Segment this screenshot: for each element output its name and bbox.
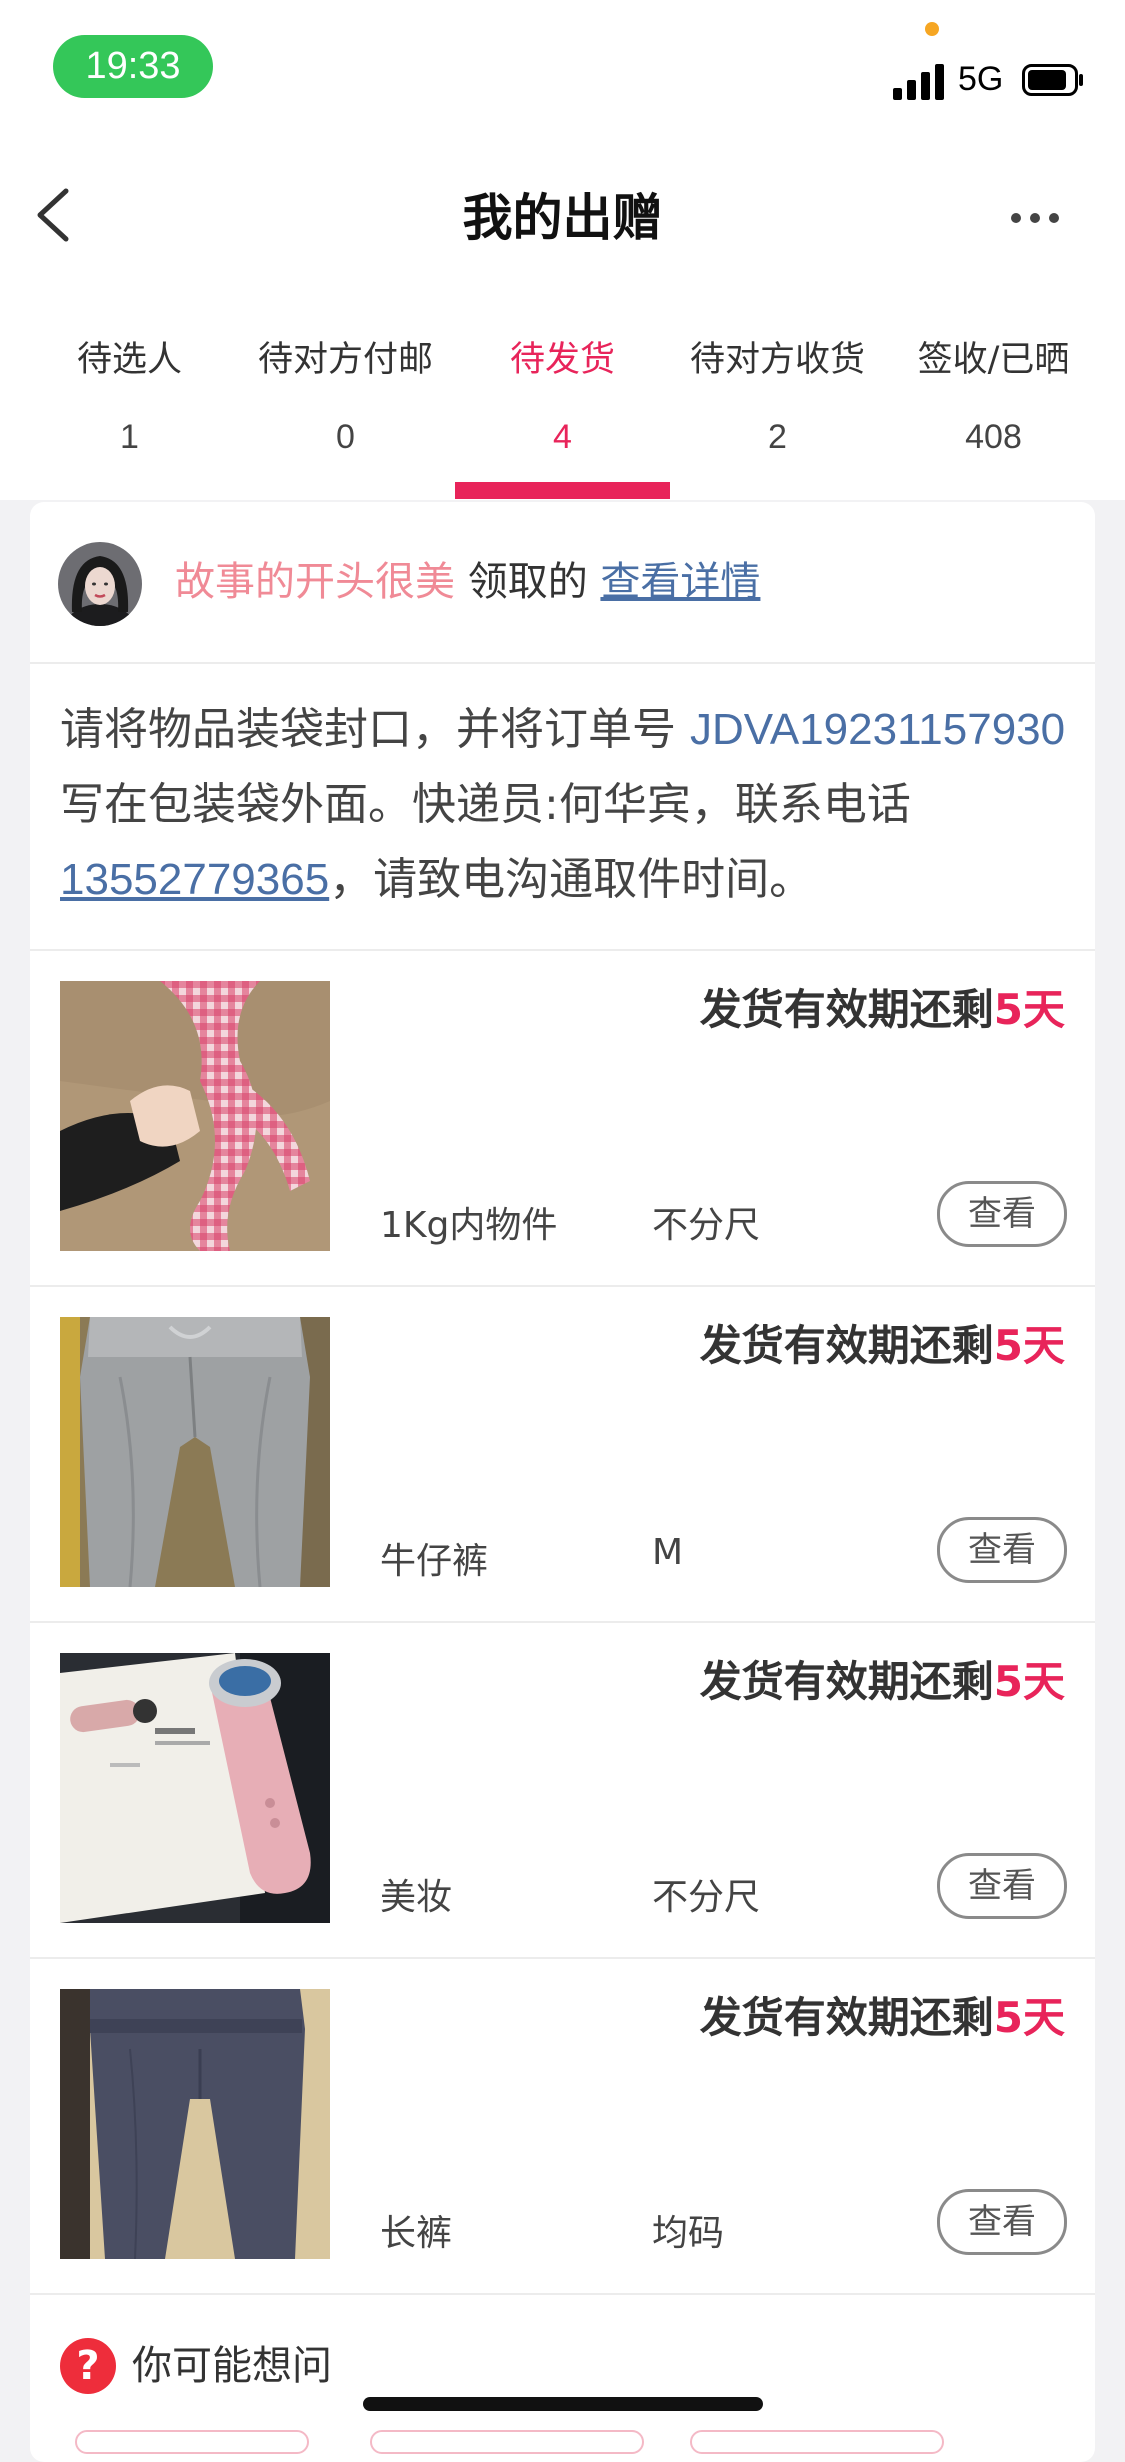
view-button[interactable]: 查看 <box>937 1853 1067 1919</box>
tab-count: 408 <box>965 418 1022 456</box>
tab-count: 2 <box>768 418 787 456</box>
order-card: 故事的开头很美 领取的 查看详情 请将物品装袋封口，并将订单号 JDVA1923… <box>30 502 1095 2462</box>
item-category: 1Kg内物件 <box>380 1205 558 1246</box>
item-size: M <box>652 1532 684 1573</box>
tab-pending-receipt[interactable]: 待对方收货 2 <box>670 330 885 462</box>
faq-title: 你可能想问 <box>132 2343 332 2389</box>
item-size: 均码 <box>652 2213 725 2254</box>
deadline-label: 发货有效期还剩 <box>699 1657 994 1706</box>
signal-icon <box>893 64 944 100</box>
tab-label: 待对方收货 <box>689 340 865 380</box>
courier-phone-link[interactable]: 13552779365 <box>60 855 329 904</box>
tab-label: 签收/已晒 <box>917 340 1070 380</box>
item-thumbnail[interactable] <box>60 1317 330 1587</box>
tab-label: 待发货 <box>509 340 615 380</box>
notice-text: 写在包装袋外面。快递员:何华宾，联系电话 <box>60 779 911 830</box>
recipient-suffix: 领取的 <box>467 559 588 605</box>
avatar[interactable] <box>58 542 142 626</box>
more-icon[interactable] <box>1010 212 1060 224</box>
tab-count: 0 <box>336 418 355 456</box>
shipping-deadline: 发货有效期还剩5天 <box>700 976 1065 1037</box>
notice-text: ，请致电沟通取件时间。 <box>329 854 814 905</box>
view-details-link[interactable]: 查看详情 <box>600 559 760 605</box>
tab-pending-selection[interactable]: 待选人 1 <box>22 330 237 462</box>
home-indicator[interactable] <box>363 2397 763 2411</box>
tab-label: 待选人 <box>76 340 182 380</box>
item-category: 长裤 <box>380 2213 453 2254</box>
item-category: 牛仔裤 <box>380 1541 489 1582</box>
deadline-label: 发货有效期还剩 <box>699 1993 994 2042</box>
deadline-days: 5天 <box>993 1657 1065 1706</box>
tab-count: 1 <box>120 418 139 456</box>
battery-icon <box>1022 64 1083 96</box>
tab-label: 待对方付邮 <box>257 340 433 380</box>
deadline-days: 5天 <box>993 985 1065 1034</box>
list-item: 发货有效期还剩5天 1Kg内物件 不分尺 查看 <box>30 949 1095 1287</box>
recipient-name[interactable]: 故事的开头很美 <box>175 559 455 605</box>
list-item: 发货有效期还剩5天 长裤 均码 查看 <box>30 1957 1095 2295</box>
notice-text: 请将物品装袋封口，并将订单号 <box>60 704 690 755</box>
shipping-deadline: 发货有效期还剩5天 <box>700 1648 1065 1709</box>
shipping-deadline: 发货有效期还剩5天 <box>700 1312 1065 1373</box>
recording-dot <box>925 22 939 36</box>
divider <box>30 2293 1095 2297</box>
deadline-days: 5天 <box>993 1321 1065 1370</box>
faq-chip[interactable] <box>690 2430 944 2454</box>
faq-chip[interactable] <box>370 2430 644 2454</box>
item-category: 美妆 <box>380 1877 453 1918</box>
tab-pending-postage[interactable]: 待对方付邮 0 <box>238 330 453 462</box>
list-item: 发货有效期还剩5天 牛仔裤 M 查看 <box>30 1285 1095 1623</box>
network-type: 5G <box>958 60 1004 98</box>
tab-signed-shared[interactable]: 签收/已晒 408 <box>886 330 1101 462</box>
item-size: 不分尺 <box>652 1205 761 1246</box>
item-thumbnail[interactable] <box>60 1989 330 2259</box>
view-button[interactable]: 查看 <box>937 1517 1067 1583</box>
shipping-instructions: 请将物品装袋封口，并将订单号 JDVA19231157930 写在包装袋外面。快… <box>60 692 1070 917</box>
list-item: 发货有效期还剩5天 美妆 不分尺 查看 <box>30 1621 1095 1959</box>
deadline-days: 5天 <box>993 1993 1065 2042</box>
view-button[interactable]: 查看 <box>937 1181 1067 1247</box>
item-thumbnail[interactable] <box>60 981 330 1251</box>
item-size: 不分尺 <box>652 1877 761 1918</box>
shipping-deadline: 发货有效期还剩5天 <box>700 1984 1065 2045</box>
order-number: JDVA19231157930 <box>690 705 1066 754</box>
status-tabs: 待选人 1 待对方付邮 0 待发货 4 待对方收货 2 签收/已晒 408 <box>0 330 1125 500</box>
recipient-row: 故事的开头很美 领取的 查看详情 <box>30 502 1095 664</box>
question-icon: ? <box>60 2338 116 2394</box>
active-tab-indicator <box>455 482 670 499</box>
tab-count: 4 <box>553 418 572 456</box>
deadline-label: 发货有效期还剩 <box>699 1321 994 1370</box>
status-time: 19:33 <box>53 35 213 98</box>
tab-pending-shipment[interactable]: 待发货 4 <box>455 330 670 462</box>
page-title: 我的出赠 <box>462 189 663 247</box>
deadline-label: 发货有效期还剩 <box>699 985 994 1034</box>
item-thumbnail[interactable] <box>60 1653 330 1923</box>
faq-chip[interactable] <box>75 2430 309 2454</box>
view-button[interactable]: 查看 <box>937 2189 1067 2255</box>
recipient-line: 故事的开头很美 领取的 查看详情 <box>175 552 760 612</box>
